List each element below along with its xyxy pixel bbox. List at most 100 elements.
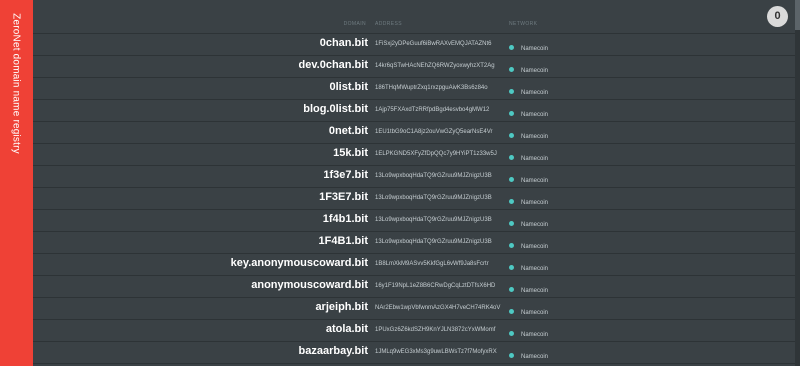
address-text: 13Lo9wpxboqHdaTQ9rGZruu9MJZnigzU3B	[375, 217, 492, 223]
status-dot-icon	[509, 111, 514, 117]
address-text: 1ELPKGND5XFyZfDpQQc7y9HYiPT1z33w5J	[375, 151, 497, 157]
network-cell: Namecoin	[509, 238, 549, 250]
domain-link[interactable]: 1F3E7.bit	[319, 191, 368, 203]
domain-link[interactable]: anonymouscoward.bit	[251, 279, 368, 291]
network-label: Namecoin	[521, 89, 549, 96]
table-header: DOMAIN ADDRESS NETWORK	[33, 0, 800, 34]
column-header-address: ADDRESS	[375, 21, 402, 27]
domain-link[interactable]: 1f3e7.bit	[323, 169, 368, 181]
network-label: Namecoin	[521, 221, 549, 228]
domain-link[interactable]: bazaarbay.bit	[299, 345, 369, 357]
scrollbar[interactable]	[795, 0, 800, 366]
network-cell: Namecoin	[509, 40, 549, 52]
status-dot-icon	[509, 67, 514, 73]
network-label: Namecoin	[521, 155, 549, 162]
table-row[interactable]: 1F3E7.bit 13Lo9wpxboqHdaTQ9rGZruu9MJZnigz…	[33, 188, 800, 210]
network-label: Namecoin	[521, 265, 549, 272]
address-text: 1FiSxj2yDPeGuuf6iBwRAXvEMQJATAZNt6	[375, 41, 492, 47]
scrollbar-thumb[interactable]	[795, 0, 800, 30]
status-dot-icon	[509, 353, 514, 359]
table-row[interactable]: 1f3e7.bit 13Lo9wpxboqHdaTQ9rGZruu9MJZnigz…	[33, 166, 800, 188]
status-dot-icon	[509, 133, 514, 139]
network-cell: Namecoin	[509, 128, 549, 140]
status-dot-icon	[509, 243, 514, 249]
network-label: Namecoin	[521, 177, 549, 184]
address-text: 1PUxGz6Z6kdSZH9KnYJLN3872cYxWMomf	[375, 327, 496, 333]
domain-link[interactable]: atola.bit	[326, 323, 368, 335]
address-text: 1JMLq9wEG3xMs3g9uwLBWsTz7f7MofyxRX	[375, 349, 497, 355]
address-text: 13Lo9wpxboqHdaTQ9rGZruu9MJZnigzU3B	[375, 173, 492, 179]
domain-link[interactable]: 1f4b1.bit	[323, 213, 368, 225]
table-row[interactable]: 0net.bit 1EU1tbG9oC1A8jz2ouVwGZyQ5earNsE4…	[33, 122, 800, 144]
status-dot-icon	[509, 155, 514, 161]
status-dot-icon	[509, 89, 514, 95]
domain-link[interactable]: dev.0chan.bit	[299, 59, 368, 71]
status-dot-icon	[509, 331, 514, 337]
domain-link[interactable]: 0chan.bit	[320, 37, 368, 49]
table-row[interactable]: blog.0list.bit 1Ajp75FXAxdTzRRfpdBgd4esvb…	[33, 100, 800, 122]
network-cell: Namecoin	[509, 84, 549, 96]
network-cell: Namecoin	[509, 304, 549, 316]
status-dot-icon	[509, 309, 514, 315]
network-cell: Namecoin	[509, 194, 549, 206]
address-text: 13Lo9wpxboqHdaTQ9rGZruu9MJZnigzU3B	[375, 239, 492, 245]
address-text: 1B8LmXkM9ASvv5KkfGgL6vWf9Ja8sFcrtr	[375, 261, 489, 267]
network-cell: Namecoin	[509, 172, 549, 184]
network-label: Namecoin	[521, 309, 549, 316]
status-dot-icon	[509, 199, 514, 205]
status-dot-icon	[509, 265, 514, 271]
network-cell: Namecoin	[509, 260, 549, 272]
address-text: 186THqMWuptrZxq1rxzpguAivK3Bs6z84o	[375, 85, 488, 91]
table-row[interactable]: bazaarbay.bit 1JMLq9wEG3xMs3g9uwLBWsTz7f7…	[33, 342, 800, 364]
network-label: Namecoin	[521, 199, 549, 206]
network-cell: Namecoin	[509, 282, 549, 294]
address-text: NAr2Ebw1wpVbfwnmAzGX4H7veCH74RK4oV	[375, 305, 501, 311]
table-row[interactable]: 0chan.bit 1FiSxj2yDPeGuuf6iBwRAXvEMQJATAZ…	[33, 34, 800, 56]
network-label: Namecoin	[521, 331, 549, 338]
network-cell: Namecoin	[509, 62, 549, 74]
status-dot-icon	[509, 45, 514, 51]
network-label: Namecoin	[521, 111, 549, 118]
network-label: Namecoin	[521, 243, 549, 250]
network-cell: Namecoin	[509, 150, 549, 162]
network-label: Namecoin	[521, 287, 549, 294]
table-row[interactable]: anonymouscoward.bit 16y1F19NpL1eZ8B6CRwDg…	[33, 276, 800, 298]
status-dot-icon	[509, 221, 514, 227]
table-row[interactable]: arjeiph.bit NAr2Ebw1wpVbfwnmAzGX4H7veCH74…	[33, 298, 800, 320]
domain-link[interactable]: 1F4B1.bit	[318, 235, 368, 247]
domain-link[interactable]: arjeiph.bit	[315, 301, 368, 313]
network-cell: Namecoin	[509, 326, 549, 338]
table-row[interactable]: key.anonymouscoward.bit 1B8LmXkM9ASvv5Kkf…	[33, 254, 800, 276]
network-label: Namecoin	[521, 67, 549, 74]
network-cell: Namecoin	[509, 216, 549, 228]
domain-link[interactable]: blog.0list.bit	[303, 103, 368, 115]
page: ZeroNet domain name registry 0 DOMAIN AD…	[0, 0, 800, 366]
domain-link[interactable]: key.anonymouscoward.bit	[231, 257, 368, 269]
network-cell: Namecoin	[509, 348, 549, 360]
table-body: 0chan.bit 1FiSxj2yDPeGuuf6iBwRAXvEMQJATAZ…	[33, 34, 800, 364]
domain-link[interactable]: 15k.bit	[333, 147, 368, 159]
address-text: 1EU1tbG9oC1A8jz2ouVwGZyQ5earNsE4Vr	[375, 129, 493, 135]
domain-table: DOMAIN ADDRESS NETWORK 0chan.bit 1FiSxj2y…	[33, 0, 800, 364]
domain-link[interactable]: 0net.bit	[329, 125, 368, 137]
sidebar-title: ZeroNet domain name registry	[10, 13, 22, 154]
column-header-network: NETWORK	[509, 21, 538, 27]
sidebar-strip: ZeroNet domain name registry	[0, 0, 33, 366]
address-text: 14kr6qSTwHAcNEhZQ6RWZyoxwyhzXT2Ag	[375, 63, 495, 69]
table-row[interactable]: 1F4B1.bit 13Lo9wpxboqHdaTQ9rGZruu9MJZnigz…	[33, 232, 800, 254]
table-row[interactable]: 1f4b1.bit 13Lo9wpxboqHdaTQ9rGZruu9MJZnigz…	[33, 210, 800, 232]
network-cell: Namecoin	[509, 106, 549, 118]
network-label: Namecoin	[521, 133, 549, 140]
status-dot-icon	[509, 177, 514, 183]
address-text: 1Ajp75FXAxdTzRRfpdBgd4esvbo4gMW12	[375, 107, 490, 113]
table-row[interactable]: atola.bit 1PUxGz6Z6kdSZH9KnYJLN3872cYxWMo…	[33, 320, 800, 342]
status-dot-icon	[509, 287, 514, 293]
table-row[interactable]: 0list.bit 186THqMWuptrZxq1rxzpguAivK3Bs6z…	[33, 78, 800, 100]
address-text: 13Lo9wpxboqHdaTQ9rGZruu9MJZnigzU3B	[375, 195, 492, 201]
table-row[interactable]: 15k.bit 1ELPKGND5XFyZfDpQQc7y9HYiPT1z33w5…	[33, 144, 800, 166]
domain-link[interactable]: 0list.bit	[329, 81, 368, 93]
network-label: Namecoin	[521, 353, 549, 360]
address-text: 16y1F19NpL1eZ8B6CRwDgCqLztDTfsX6HD	[375, 283, 496, 289]
table-row[interactable]: dev.0chan.bit 14kr6qSTwHAcNEhZQ6RWZyoxwyh…	[33, 56, 800, 78]
network-label: Namecoin	[521, 45, 549, 52]
